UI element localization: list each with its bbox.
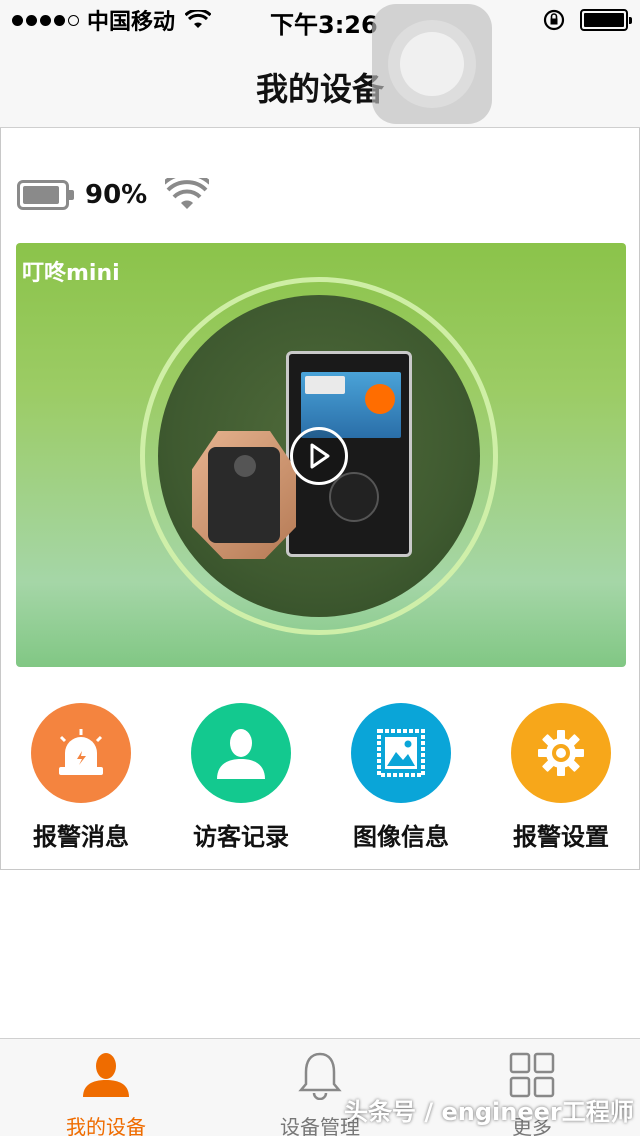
bell-icon xyxy=(298,1052,342,1100)
video-preview[interactable]: 叮咚mini xyxy=(16,243,626,667)
visitor-records-button[interactable]: 访客记录 xyxy=(161,703,321,852)
status-left: 中国移动 xyxy=(12,6,212,35)
tab-my-devices[interactable]: 我的设备 xyxy=(6,1049,206,1136)
signal-strength-icon xyxy=(12,14,79,26)
status-bar: 中国移动 下午3:26 xyxy=(0,0,640,40)
carrier-name: 中国移动 xyxy=(87,10,176,35)
battery-icon xyxy=(17,180,74,210)
battery-percentage: 90% xyxy=(85,180,148,210)
alarm-circle xyxy=(31,703,131,803)
tab-label: 我的设备 xyxy=(66,1115,146,1136)
image-circle xyxy=(351,703,451,803)
rotation-lock-icon xyxy=(543,9,565,31)
wifi-status-icon xyxy=(185,10,212,28)
status-right xyxy=(542,8,632,32)
alarm-settings-button[interactable]: 报警设置 xyxy=(481,703,640,852)
play-icon xyxy=(310,443,330,469)
function-buttons: 报警消息 访客记录 图像信息 报警设置 xyxy=(1,703,640,853)
action-label: 访客记录 xyxy=(193,823,289,851)
wifi-icon xyxy=(165,178,210,209)
action-label: 图像信息 xyxy=(353,823,449,851)
person-icon xyxy=(83,1053,129,1097)
alarm-messages-button[interactable]: 报警消息 xyxy=(1,703,161,852)
assistive-touch-button[interactable] xyxy=(372,4,492,124)
alarm-light-icon xyxy=(59,729,103,775)
action-label: 报警消息 xyxy=(33,823,129,851)
device-card: 90% 叮咚mini 报警消息 访客记录 图像信息 报警设置 xyxy=(0,128,640,870)
navigation-bar: 我的设备 xyxy=(0,40,640,128)
person-icon xyxy=(217,729,265,779)
status-time: 下午3:26 xyxy=(270,11,378,39)
device-product-image xyxy=(158,295,480,617)
device-name: 叮咚mini xyxy=(22,261,120,286)
page-title: 我的设备 xyxy=(255,70,384,108)
peephole-camera-image xyxy=(192,431,296,559)
image-icon xyxy=(377,729,425,777)
play-button[interactable] xyxy=(290,427,348,485)
system-battery-icon xyxy=(580,9,632,31)
image-info-button[interactable]: 图像信息 xyxy=(321,703,481,852)
device-status-row: 90% xyxy=(17,178,210,212)
settings-circle xyxy=(511,703,611,803)
visitor-circle xyxy=(191,703,291,803)
gear-icon xyxy=(538,730,584,776)
action-label: 报警设置 xyxy=(513,823,609,851)
watermark: 头条号 / engineer工程师 xyxy=(344,1098,634,1126)
